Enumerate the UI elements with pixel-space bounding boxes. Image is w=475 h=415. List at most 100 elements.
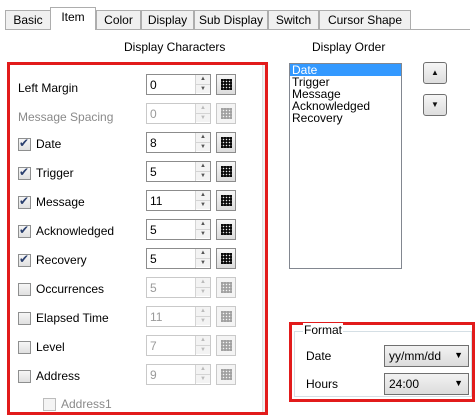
date-label: Date bbox=[36, 137, 62, 151]
list-item[interactable]: Recovery bbox=[290, 112, 401, 124]
keypad-button[interactable] bbox=[216, 219, 236, 240]
hours-format-dropdown[interactable]: 24:00 ▼ bbox=[384, 373, 469, 395]
recovery-spinbox[interactable]: 5 ▲ ▼ bbox=[146, 248, 211, 269]
display-order-heading: Display Order bbox=[312, 40, 386, 54]
keypad-icon bbox=[221, 137, 232, 148]
keypad-button bbox=[216, 103, 236, 124]
spin-value: 5 bbox=[150, 165, 157, 179]
spin-value: 8 bbox=[150, 136, 157, 150]
spin-up-icon[interactable]: ▲ bbox=[196, 220, 210, 229]
tab-cursor-shape[interactable]: Cursor Shape bbox=[319, 10, 411, 29]
arrow-up-icon: ▲ bbox=[431, 68, 439, 77]
spin-down-icon[interactable]: ▼ bbox=[196, 229, 210, 238]
keypad-button[interactable] bbox=[216, 132, 236, 153]
spin-value: 11 bbox=[150, 310, 163, 324]
spin-down-icon[interactable]: ▼ bbox=[196, 84, 210, 93]
address-checkbox[interactable] bbox=[18, 370, 31, 383]
spin-up-icon: ▲ bbox=[196, 307, 210, 316]
spin-up-icon[interactable]: ▲ bbox=[196, 249, 210, 258]
elapsed-time-spinbox: 11 ▲ ▼ bbox=[146, 306, 211, 327]
date-spinbox[interactable]: 8 ▲ ▼ bbox=[146, 132, 211, 153]
level-checkbox[interactable] bbox=[18, 341, 31, 354]
dropdown-value: yy/mm/dd bbox=[389, 349, 442, 363]
keypad-button[interactable] bbox=[216, 74, 236, 95]
move-up-button[interactable]: ▲ bbox=[423, 62, 447, 84]
format-legend: Format bbox=[303, 323, 344, 337]
keypad-button bbox=[216, 306, 236, 327]
date-checkbox[interactable] bbox=[18, 136, 31, 151]
spin-down-icon: ▼ bbox=[196, 374, 210, 383]
move-down-button[interactable]: ▼ bbox=[423, 94, 447, 116]
level-label: Level bbox=[36, 340, 65, 354]
scroll-down-icon[interactable]: ▼ bbox=[267, 401, 268, 408]
keypad-icon bbox=[221, 166, 232, 177]
address-label: Address bbox=[36, 369, 81, 383]
trigger-spinbox[interactable]: 5 ▲ ▼ bbox=[146, 161, 211, 182]
left-margin-spinbox[interactable]: 0 ▲ ▼ bbox=[146, 74, 211, 95]
keypad-icon bbox=[221, 79, 232, 90]
spin-down-icon[interactable]: ▼ bbox=[196, 142, 210, 151]
acknowledged-checkbox[interactable] bbox=[18, 223, 31, 238]
scroll-up-icon[interactable]: ▲ bbox=[267, 68, 268, 75]
keypad-icon bbox=[221, 282, 232, 293]
date-format-dropdown[interactable]: yy/mm/dd ▼ bbox=[384, 345, 469, 367]
occurrences-checkbox[interactable] bbox=[18, 283, 31, 296]
spin-value: 0 bbox=[150, 78, 157, 92]
spin-value: 5 bbox=[150, 281, 157, 295]
acknowledged-spinbox[interactable]: 5 ▲ ▼ bbox=[146, 219, 211, 240]
tab-basic[interactable]: Basic bbox=[5, 10, 51, 29]
message-checkbox[interactable] bbox=[18, 194, 31, 209]
address1-checkbox bbox=[43, 398, 56, 411]
keypad-icon bbox=[221, 369, 232, 380]
spin-up-icon[interactable]: ▲ bbox=[196, 162, 210, 171]
panel-scrollbar[interactable]: ▲ ▼ bbox=[262, 65, 268, 412]
display-order-list[interactable]: Date Trigger Message Acknowledged Recove… bbox=[289, 63, 402, 269]
format-date-label: Date bbox=[306, 349, 332, 363]
address1-label: Address1 bbox=[61, 397, 112, 411]
format-hours-label: Hours bbox=[306, 377, 339, 391]
spin-down-icon: ▼ bbox=[196, 113, 210, 122]
keypad-button[interactable] bbox=[216, 190, 236, 211]
spin-value: 5 bbox=[150, 252, 157, 266]
spin-value: 9 bbox=[150, 368, 157, 382]
tab-item[interactable]: Item bbox=[50, 7, 96, 30]
spin-down-icon: ▼ bbox=[196, 316, 210, 325]
trigger-checkbox[interactable] bbox=[18, 165, 31, 180]
level-spinbox: 7 ▲ ▼ bbox=[146, 335, 211, 356]
keypad-button[interactable] bbox=[216, 248, 236, 269]
spin-down-icon[interactable]: ▼ bbox=[196, 171, 210, 180]
occurrences-label: Occurrences bbox=[36, 282, 105, 296]
keypad-icon bbox=[221, 253, 232, 264]
elapsed-time-checkbox[interactable] bbox=[18, 312, 31, 325]
keypad-button[interactable] bbox=[216, 161, 236, 182]
scrollbar-thumb[interactable] bbox=[265, 83, 268, 243]
keypad-button bbox=[216, 277, 236, 298]
tab-display[interactable]: Display bbox=[141, 10, 194, 29]
spin-up-icon[interactable]: ▲ bbox=[196, 75, 210, 84]
keypad-button bbox=[216, 335, 236, 356]
chevron-down-icon: ▼ bbox=[454, 378, 463, 388]
recovery-checkbox[interactable] bbox=[18, 252, 31, 267]
keypad-icon bbox=[221, 311, 232, 322]
dropdown-value: 24:00 bbox=[389, 377, 420, 391]
elapsed-time-label: Elapsed Time bbox=[36, 311, 109, 325]
keypad-icon bbox=[221, 195, 232, 206]
spin-up-icon: ▲ bbox=[196, 104, 210, 113]
spin-up-icon: ▲ bbox=[196, 278, 210, 287]
tab-color[interactable]: Color bbox=[96, 10, 141, 29]
left-margin-label: Left Margin bbox=[18, 81, 79, 95]
message-spinbox[interactable]: 11 ▲ ▼ bbox=[146, 190, 211, 211]
keypad-icon bbox=[221, 108, 232, 119]
keypad-icon bbox=[221, 224, 232, 235]
spin-up-icon[interactable]: ▲ bbox=[196, 191, 210, 200]
keypad-button bbox=[216, 364, 236, 385]
spin-up-icon[interactable]: ▲ bbox=[196, 133, 210, 142]
spin-down-icon[interactable]: ▼ bbox=[196, 200, 210, 209]
spin-down-icon: ▼ bbox=[196, 287, 210, 296]
spin-down-icon[interactable]: ▼ bbox=[196, 258, 210, 267]
tab-switch[interactable]: Switch bbox=[268, 10, 319, 29]
spin-down-icon: ▼ bbox=[196, 345, 210, 354]
trigger-label: Trigger bbox=[36, 166, 74, 180]
spin-value: 0 bbox=[150, 107, 157, 121]
tab-sub-display[interactable]: Sub Display bbox=[194, 10, 268, 29]
